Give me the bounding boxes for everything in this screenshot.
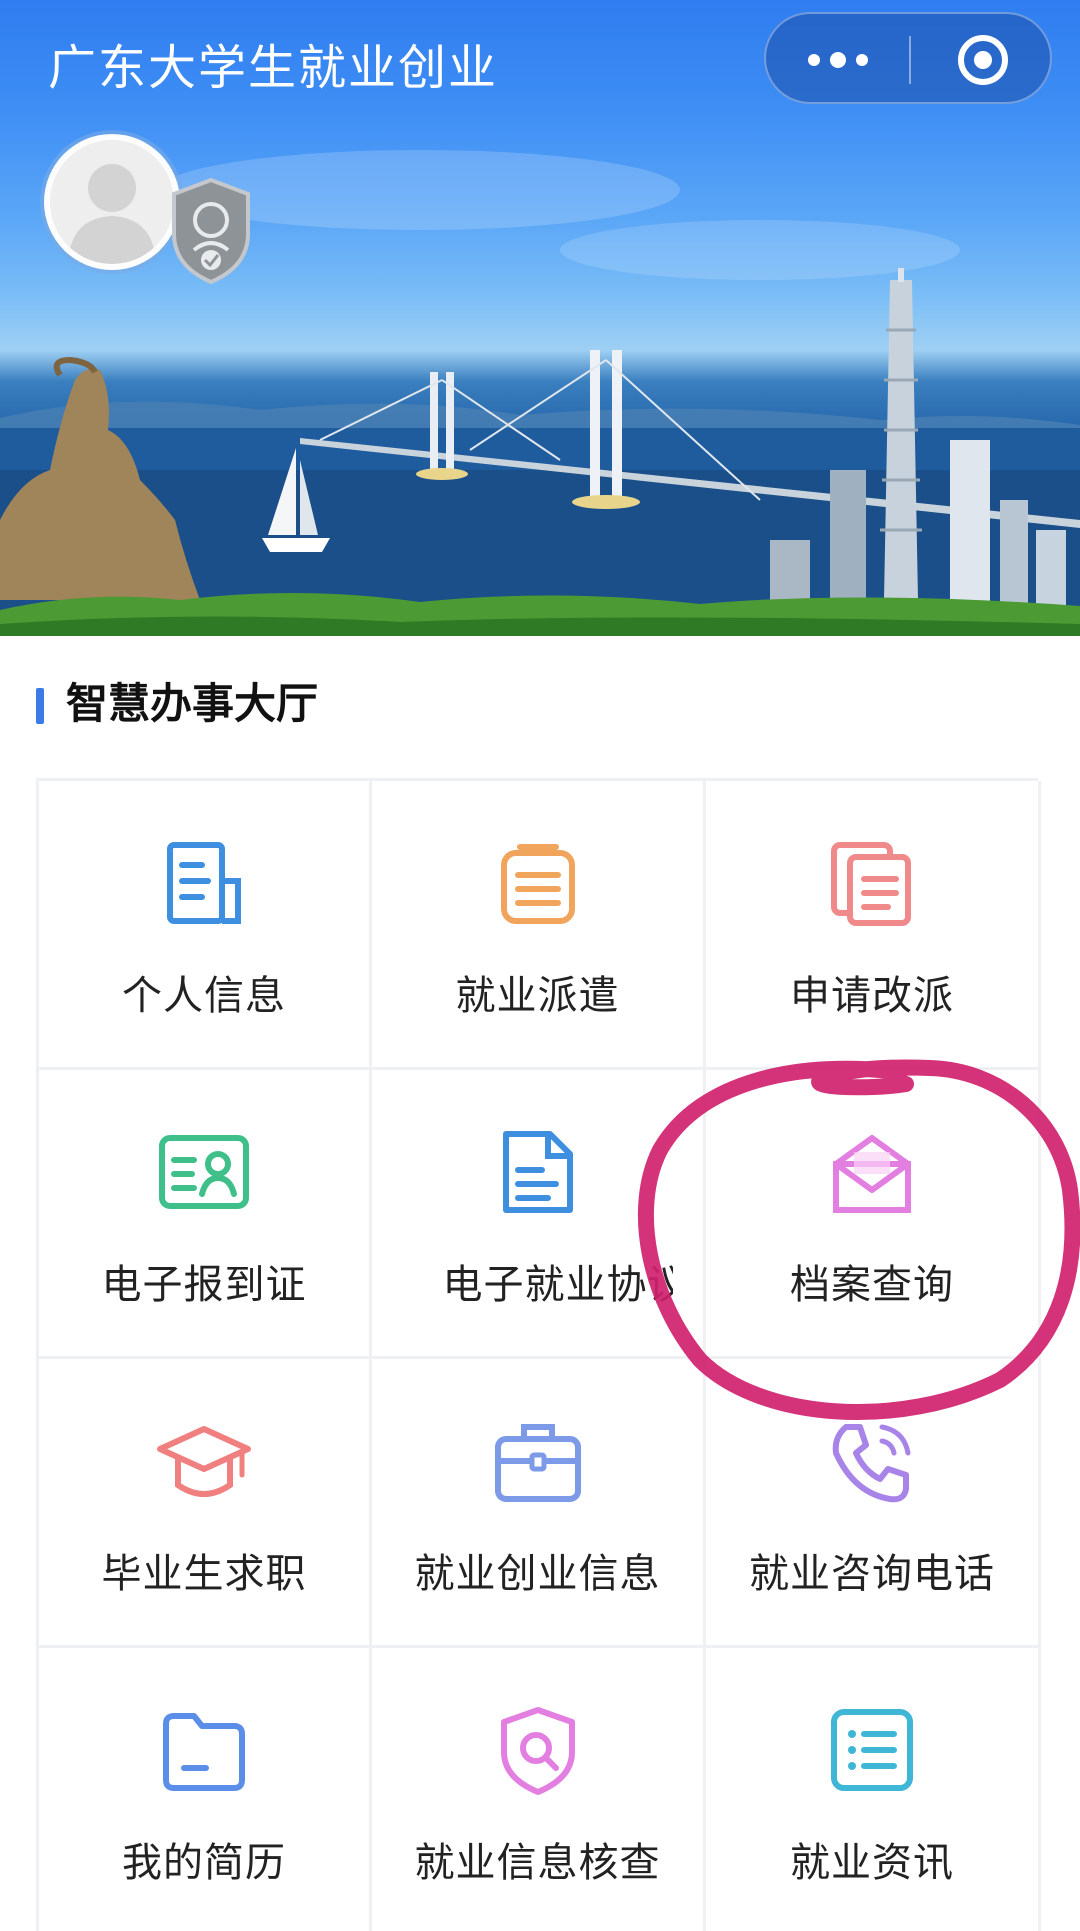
target-circle-icon[interactable]	[911, 14, 1054, 106]
service-archive-query[interactable]: 档案查询	[706, 1070, 1041, 1359]
document-icon	[167, 842, 241, 924]
service-personal-info[interactable]: 个人信息	[39, 781, 372, 1070]
service-label: 个人信息	[122, 973, 286, 1019]
service-label: 就业信息核查	[414, 1840, 661, 1886]
service-graduate-job-search[interactable]: 毕业生求职	[39, 1359, 372, 1648]
service-e-employment-agreement[interactable]: 电子就业协议	[372, 1070, 706, 1359]
folder-icon	[163, 1713, 245, 1791]
more-dots-icon[interactable]	[766, 14, 909, 106]
service-grid: 个人信息 就业派遣 申请改派 电子报到证 电子就业协议 档案查询 毕业生求职 就…	[36, 778, 1041, 1931]
service-employment-hotline[interactable]: 就业咨询电话	[706, 1359, 1041, 1648]
default-avatar-icon[interactable]	[44, 134, 180, 270]
service-label: 电子就业协议	[442, 1262, 673, 1308]
verified-shield-icon	[172, 177, 250, 285]
phone-icon	[832, 1424, 911, 1503]
briefcase-icon	[494, 1424, 581, 1502]
service-employment-entrepreneurship-info[interactable]: 就业创业信息	[372, 1359, 706, 1648]
mini-program-capsule	[764, 12, 1052, 104]
app-title: 广东大学生就业创业	[48, 40, 499, 96]
service-label: 毕业生求职	[101, 1551, 307, 1597]
open-envelope-icon	[833, 1135, 911, 1213]
header-banner: 广东大学生就业创业	[0, 0, 1080, 636]
section-title: 智慧办事大厅	[36, 678, 318, 730]
service-e-report-card[interactable]: 电子报到证	[39, 1070, 372, 1359]
service-apply-redispatch[interactable]: 申请改派	[706, 781, 1041, 1070]
service-employment-info-verification[interactable]: 就业信息核查	[372, 1648, 706, 1931]
service-label: 档案查询	[790, 1262, 954, 1308]
shield-search-icon	[500, 1707, 575, 1795]
stacked-documents-icon	[831, 842, 911, 926]
service-employment-dispatch[interactable]: 就业派遣	[372, 781, 706, 1070]
id-card-icon	[159, 1135, 249, 1209]
service-my-resume[interactable]: 我的简历	[39, 1648, 372, 1931]
clipboard-list-icon	[500, 844, 575, 924]
service-label: 就业资讯	[790, 1840, 954, 1886]
service-label: 我的简历	[122, 1840, 286, 1886]
service-employment-news[interactable]: 就业资讯	[706, 1648, 1041, 1931]
service-label: 就业派遣	[455, 973, 620, 1019]
service-label: 申请改派	[790, 973, 954, 1019]
graduation-cap-icon	[157, 1426, 251, 1497]
list-icon	[831, 1709, 913, 1791]
service-label: 就业咨询电话	[749, 1551, 995, 1597]
service-label: 就业创业信息	[414, 1551, 661, 1597]
agreement-file-icon	[502, 1131, 573, 1213]
service-label: 电子报到证	[101, 1262, 307, 1308]
